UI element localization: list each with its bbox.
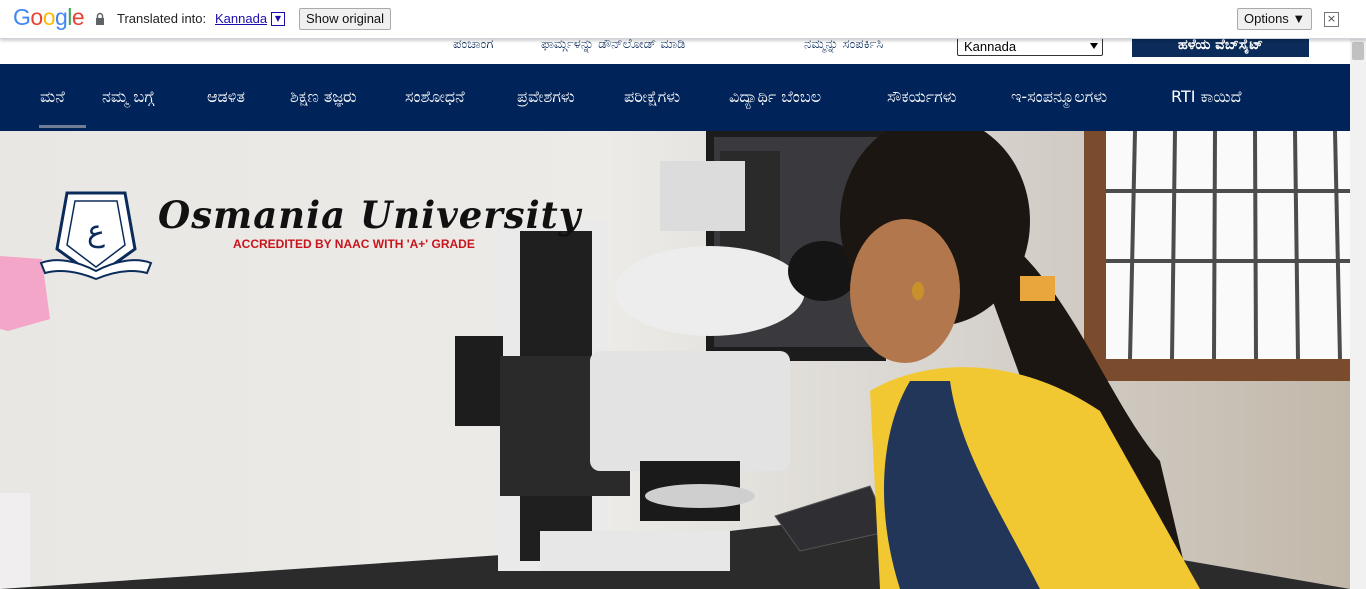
nav-item-examinations[interactable]: ಪರೀಕ್ಷೆಗಳು xyxy=(624,87,680,107)
main-nav: ಮನೆ ನಮ್ಮ ಬಗ್ಗೆ ಆಡಳಿತ ಶಿಕ್ಷಣ ತಜ್ಞರು ಸಂಶೋಧ… xyxy=(0,64,1350,131)
translated-language-link[interactable]: Kannada xyxy=(215,11,267,26)
top-link-contact[interactable]: ನಮ್ಮನ್ನು ಸಂಪರ್ಕಿಸಿ xyxy=(804,37,883,52)
translated-into-label: Translated into: xyxy=(117,11,207,26)
nav-item-administration[interactable]: ಆಡಳಿತ xyxy=(207,87,245,107)
page-scrollbar[interactable] xyxy=(1350,38,1366,589)
nav-item-academics[interactable]: ಶಿಕ್ಷಣ ತಜ್ಞರು xyxy=(290,87,357,107)
scrollbar-thumb[interactable] xyxy=(1352,42,1364,60)
nav-item-research[interactable]: ಸಂಶೋಧನೆ xyxy=(405,87,465,107)
close-icon[interactable]: × xyxy=(1324,12,1339,27)
active-nav-indicator xyxy=(39,125,86,128)
nav-item-e-resources[interactable]: ಇ-ಸಂಪನ್ಮೂಲಗಳು xyxy=(1011,87,1107,107)
svg-text:ع: ع xyxy=(87,214,105,249)
accreditation-text: ACCREDITED BY NAAC WITH 'A+' GRADE xyxy=(233,237,475,251)
show-original-button[interactable]: Show original xyxy=(299,8,392,30)
old-website-button[interactable]: ಹಳೆಯ ವೆಬ್‌ಸೈಟ್ xyxy=(1132,36,1309,57)
google-logo: Google xyxy=(13,4,85,30)
nav-item-about[interactable]: ನಮ್ಮ ಬಗ್ಗೆ xyxy=(102,87,154,107)
university-seal-icon: ع xyxy=(39,191,153,281)
language-select-value: Kannada xyxy=(964,39,1017,54)
top-link-calendar[interactable]: ಪಂಚಾಂಗ xyxy=(453,37,493,52)
chevron-down-icon xyxy=(1090,43,1098,49)
nav-item-facilities[interactable]: ಸೌಕರ್ಯಗಳು xyxy=(887,87,957,107)
lock-icon xyxy=(96,12,104,25)
top-link-download-forms[interactable]: ಫಾರ್ಮ್ಗಳನ್ನು ಡೌನ್‌ಲೋಡ್ ಮಾಡಿ xyxy=(541,37,685,52)
nav-item-admissions[interactable]: ಪ್ರವೇಶಗಳು xyxy=(517,87,575,107)
nav-item-rti-act[interactable]: RTI ಕಾಯಿದೆ xyxy=(1171,87,1242,107)
hero-banner: ع Osmania University ACCREDITED BY NAAC … xyxy=(0,131,1350,589)
options-button[interactable]: Options ▼ xyxy=(1237,8,1313,30)
language-select[interactable]: Kannada xyxy=(957,36,1103,56)
top-utility-strip: ಪಂಚಾಂಗ ಫಾರ್ಮ್ಗಳನ್ನು ಡೌನ್‌ಲೋಡ್ ಮಾಡಿ ನಮ್ಮನ… xyxy=(0,36,1350,64)
university-name: Osmania University xyxy=(158,193,582,237)
nav-item-student-support[interactable]: ವಿದ್ಯಾರ್ಥಿ ಬೆಂಬಲ xyxy=(729,87,821,107)
nav-item-home[interactable]: ಮನೆ xyxy=(40,87,65,107)
translate-bar: Google Translated into: Kannada ▼ Show o… xyxy=(0,0,1366,39)
language-dropdown-icon[interactable]: ▼ xyxy=(271,12,285,26)
